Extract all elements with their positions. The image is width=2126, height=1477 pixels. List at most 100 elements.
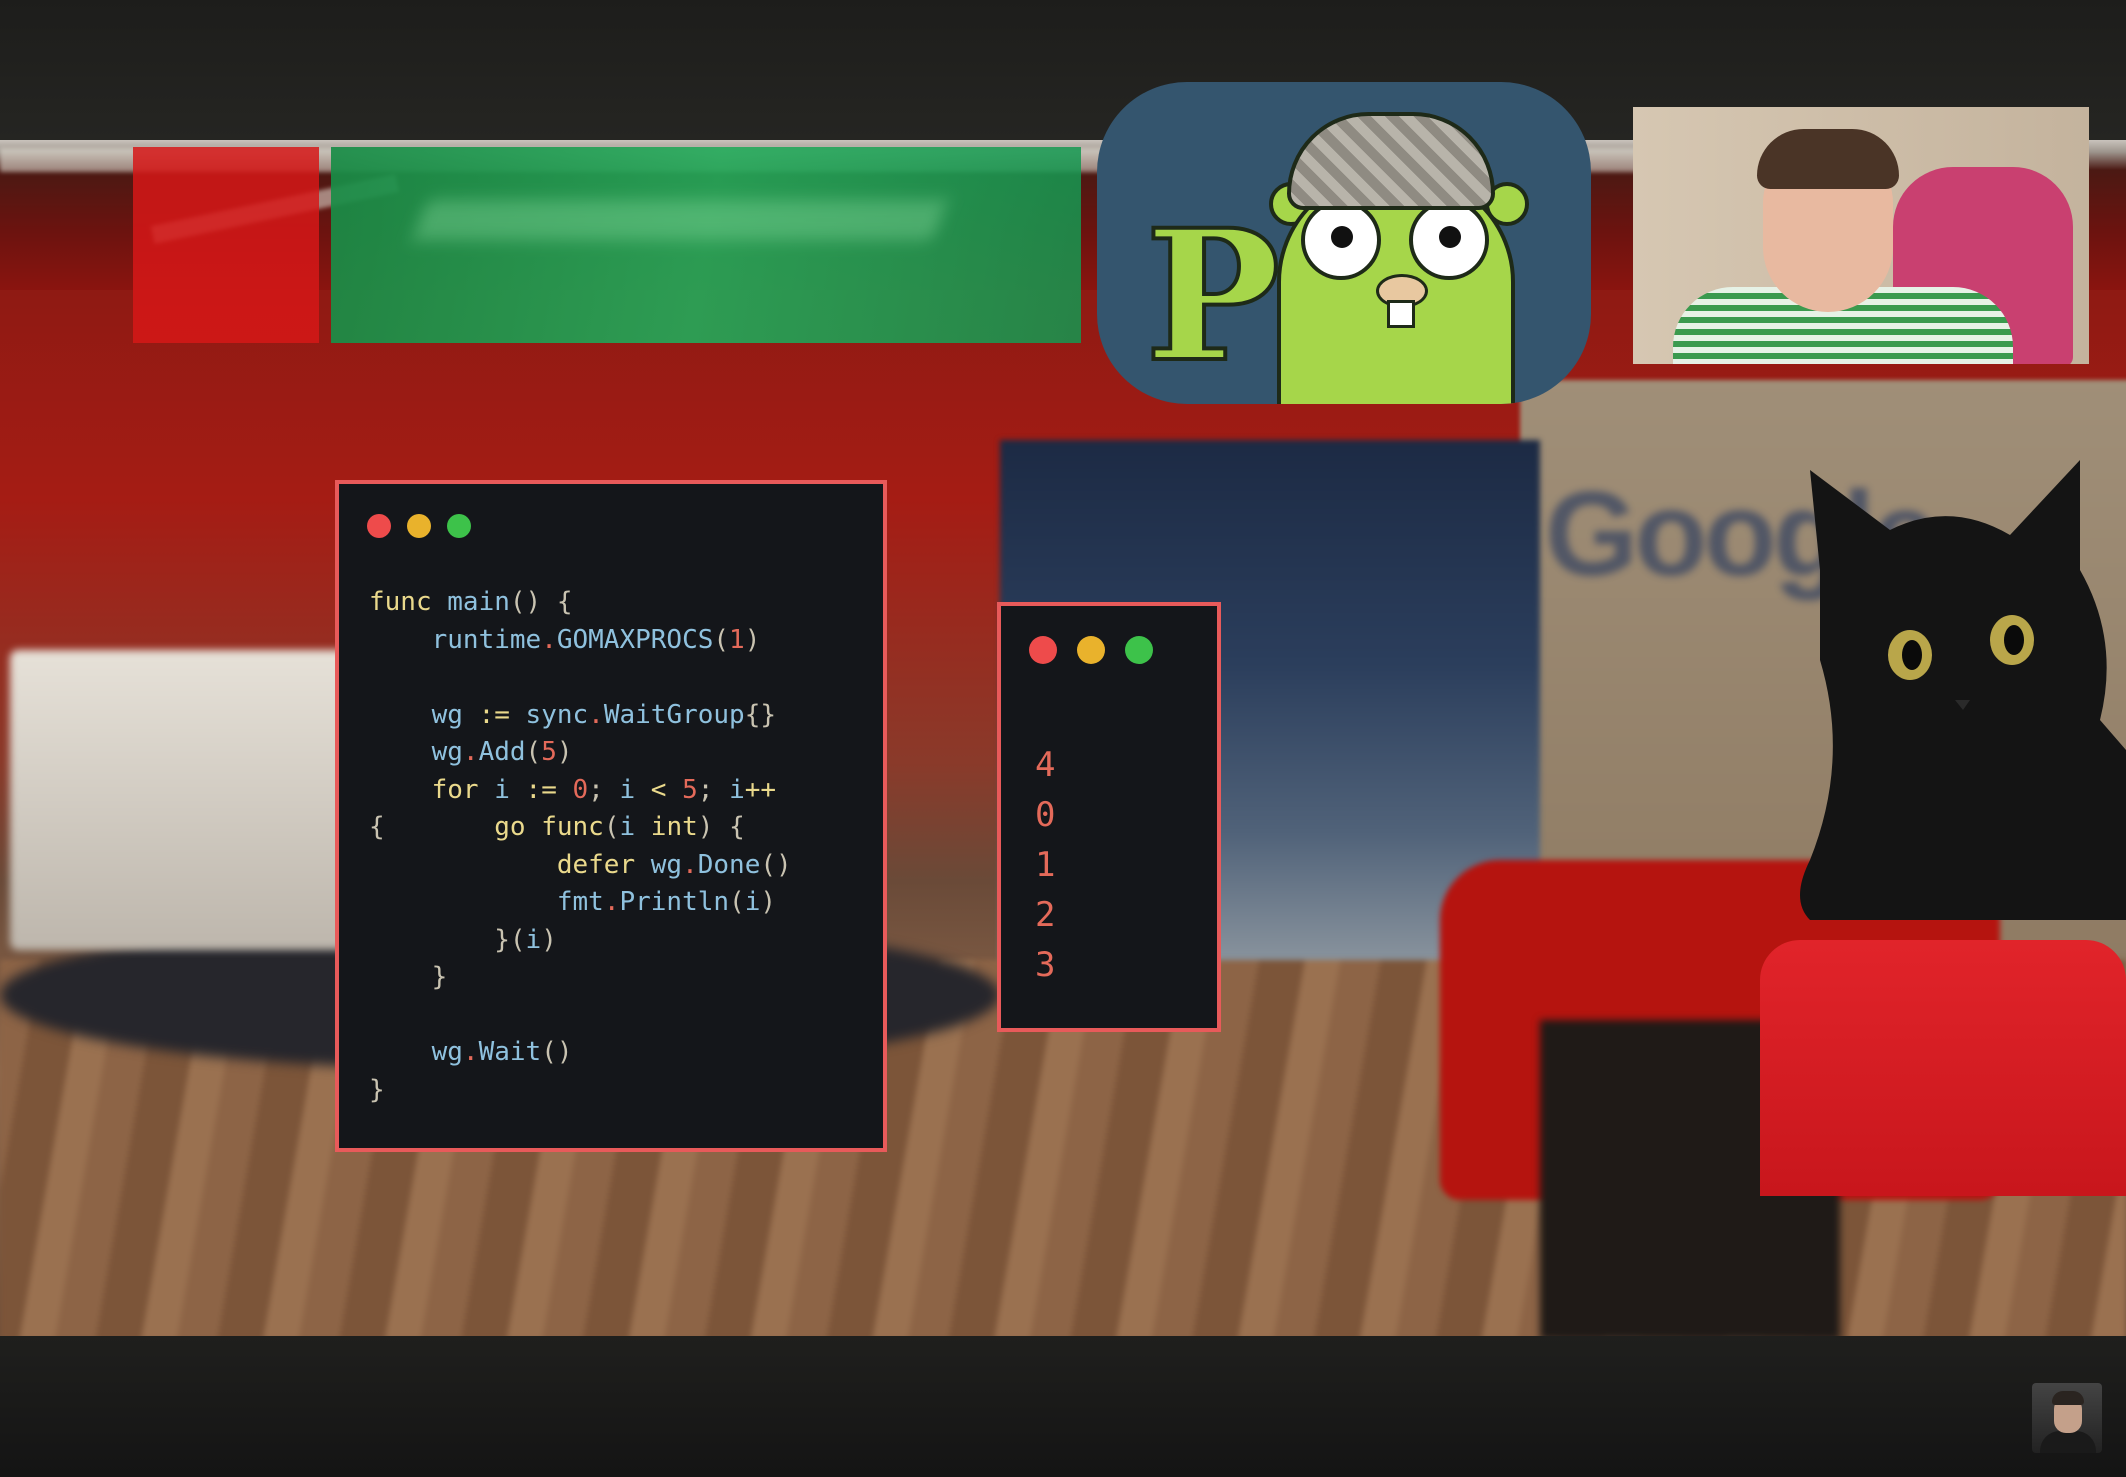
code-line: func main() { (369, 584, 792, 622)
output-line: 1 (1035, 845, 1056, 885)
code-token: wg (369, 1037, 463, 1067)
window-controls (367, 514, 487, 542)
code-token: () (760, 849, 792, 880)
code-token: 0 (572, 774, 589, 805)
maximize-dot-icon (447, 514, 471, 538)
code-token: . (588, 699, 604, 730)
gopher-eye-icon (1409, 200, 1489, 280)
p-letter-icon: P (1143, 191, 1282, 402)
code-token: func (369, 587, 448, 617)
code-token: ; (697, 774, 730, 805)
code-token: wg (650, 849, 683, 880)
code-token: Done (697, 849, 761, 880)
output-line: 4 (1035, 745, 1056, 785)
code-token: ( (729, 887, 745, 917)
code-token: GOMAXPROCS (556, 624, 714, 655)
code-token: . (603, 887, 620, 917)
code-token: int (650, 812, 698, 842)
code-token: }( (369, 924, 526, 955)
webcam-overlay (1633, 107, 2089, 364)
banner-green-block (331, 147, 1081, 343)
code-token: fmt (369, 887, 604, 917)
code-line: defer wg.Done() (369, 847, 792, 885)
code-line: } (369, 959, 792, 997)
red-pouf (1760, 940, 2126, 1196)
code-line: runtime.GOMAXPROCS(1) (369, 622, 792, 660)
code-token: 5 (541, 737, 557, 767)
gopher-teeth-icon (1387, 300, 1415, 328)
code-token: i (744, 887, 761, 917)
black-cat-image (1800, 460, 2126, 920)
code-token: WaitGroup (603, 699, 745, 730)
code-token: wg (369, 737, 463, 767)
code-token: i (525, 924, 542, 955)
code-window: func main() { runtime.GOMAXPROCS(1) wg :… (335, 480, 887, 1152)
program-output: 4 0 1 2 3 (1035, 740, 1055, 990)
code-token: Wait (478, 1037, 542, 1067)
go-gopher-detective-logo: P (1097, 82, 1591, 404)
code-token: ) (744, 624, 761, 655)
code-token: { (369, 812, 495, 842)
code-token: wg (369, 699, 479, 730)
output-window: 4 0 1 2 3 (997, 602, 1221, 1032)
code-token: sync (525, 699, 589, 730)
code-token: ( (603, 812, 620, 842)
code-token: defer (369, 849, 651, 880)
code-token: ++ (744, 774, 777, 805)
code-token: i (619, 812, 651, 842)
code-token: () (541, 1037, 573, 1067)
maximize-dot-icon (1125, 636, 1153, 664)
code-token: . (462, 737, 479, 767)
code-line: }(i) (369, 922, 792, 960)
code-token: := (525, 774, 573, 805)
code-token: } (369, 1074, 385, 1105)
code-token: ( (713, 624, 730, 655)
banner-red-block (133, 147, 319, 343)
code-line: wg.Wait() (369, 1034, 792, 1072)
video-letterbox-bottom (0, 1336, 2126, 1477)
code-token: () { (509, 587, 573, 617)
code-line: { go func(i int) { (369, 809, 792, 847)
code-token: ) (556, 737, 573, 767)
code-token: . (462, 1037, 479, 1067)
code-line: fmt.Println(i) (369, 884, 792, 922)
code-token: 1 (729, 624, 745, 655)
code-line: for i := 0; i < 5; i++ (369, 772, 792, 810)
banner-green-highlight (412, 200, 948, 240)
code-token: go (494, 812, 542, 842)
code-token: ; (588, 774, 620, 805)
window-controls (1029, 636, 1173, 668)
code-token: for (369, 774, 495, 805)
code-token: ( (525, 737, 542, 767)
code-token: i (619, 774, 651, 805)
code-token: Add (478, 737, 526, 767)
code-token: := (478, 699, 526, 730)
code-token: i (729, 774, 745, 805)
code-token: main (447, 587, 510, 617)
close-dot-icon (1029, 636, 1057, 664)
white-blocks (10, 650, 350, 950)
code-token: i (494, 774, 526, 805)
output-line: 0 (1035, 795, 1056, 835)
minimize-dot-icon (407, 514, 431, 538)
channel-avatar[interactable] (2032, 1383, 2102, 1453)
code-token: ) (541, 924, 557, 955)
code-line: wg.Add(5) (369, 734, 792, 772)
deerstalker-hat-icon (1287, 112, 1495, 210)
code-line: } (369, 1072, 792, 1110)
code-token: 5 (682, 774, 698, 805)
code-token: . (682, 849, 698, 880)
close-dot-icon (367, 514, 391, 538)
code-token: ) (760, 887, 777, 917)
minimize-dot-icon (1077, 636, 1105, 664)
code-token: . (541, 624, 557, 655)
presenter-hair (1757, 129, 1899, 189)
code-token: func (541, 812, 604, 842)
go-code-block: func main() { runtime.GOMAXPROCS(1) wg :… (369, 584, 792, 1109)
code-token: runtime (369, 624, 542, 655)
gopher-eye-icon (1301, 200, 1381, 280)
code-token: } (369, 962, 448, 992)
code-token: Println (619, 887, 730, 917)
